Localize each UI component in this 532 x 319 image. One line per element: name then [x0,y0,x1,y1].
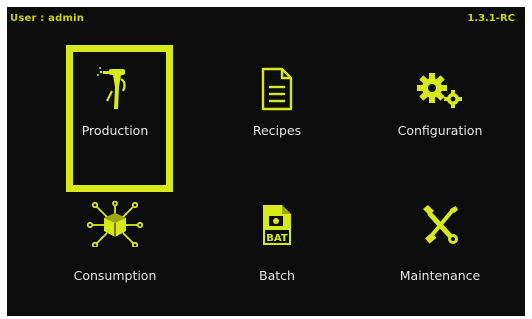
bat-file-icon: BAT [263,205,291,245]
configuration-button[interactable]: Configuration [365,55,515,165]
gears-icon [417,73,462,108]
spray-gun-icon [97,67,126,109]
configuration-label: Configuration [397,123,483,138]
bat-text: BAT [266,233,288,244]
batch-label: Batch [259,268,295,283]
consumption-button[interactable]: Consumption [40,195,190,305]
maintenance-button[interactable]: Maintenance [365,195,515,305]
recipes-label: Recipes [252,123,302,138]
network-box-icon [86,201,144,247]
maintenance-label: Maintenance [399,268,481,283]
main-screen: User : admin 1.3.1-RC Production Recipes… [7,7,525,316]
document-icon [261,67,293,111]
version-label: 1.3.1-RC [467,13,515,24]
consumption-label: Consumption [73,268,157,283]
top-bar: User : admin 1.3.1-RC [7,7,525,29]
recipes-button[interactable]: Recipes [202,55,352,165]
tools-icon [423,205,458,244]
batch-button[interactable]: BAT Batch [202,195,352,305]
user-label: User : admin [10,13,85,24]
production-label: Production [81,123,149,138]
production-button[interactable]: Production [40,55,190,165]
